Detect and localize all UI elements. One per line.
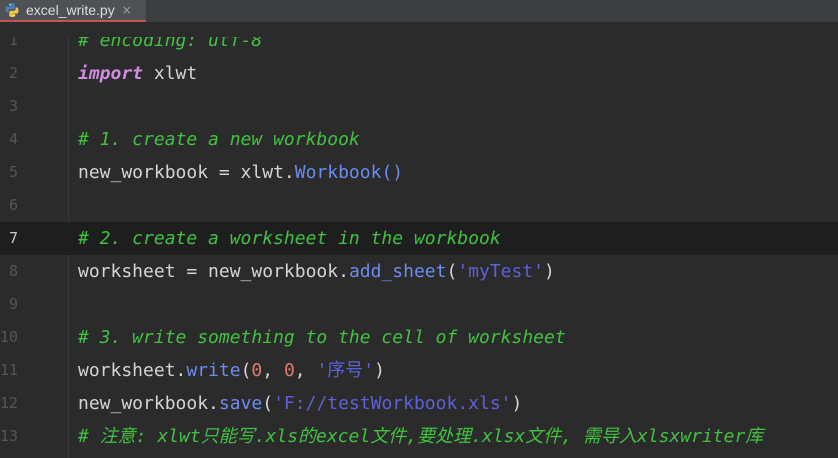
code-token-plain: (	[240, 360, 252, 381]
code-token-plain: new_workbook = xlwt.	[78, 162, 295, 183]
code-text: # encoding: utf-8	[78, 37, 262, 57]
code-text: worksheet = new_workbook.add_sheet('myTe…	[78, 255, 555, 288]
code-text: worksheet.write(0, 0, '序号')	[78, 354, 385, 387]
code-token-plain: xlwt	[143, 63, 198, 84]
code-token-func: Workbook	[294, 162, 382, 183]
code-token-comment: # 2. create a worksheet in the workbook	[78, 228, 501, 249]
code-token-string: 'myTest'	[457, 261, 545, 282]
line-number: 2	[8, 64, 18, 82]
code-line[interactable]: 4 # 1. create a new workbook	[0, 123, 838, 156]
line-number: 3	[8, 97, 18, 115]
code-line[interactable]: 9	[0, 288, 838, 321]
code-text: import xlwt	[78, 57, 197, 90]
code-text: # 1. create a new workbook	[78, 123, 360, 156]
code-text: # 3. write something to the cell of work…	[78, 321, 566, 354]
code-token-plain: ,	[262, 360, 284, 381]
line-number: 6	[8, 196, 18, 214]
tab-excel-write[interactable]: excel_write.py ×	[0, 0, 146, 22]
code-line[interactable]: 1 # encoding: utf-8	[0, 37, 838, 57]
code-line[interactable]: 6	[0, 189, 838, 222]
code-text: # 注意: xlwt只能写.xls的excel文件,要处理.xlsx文件, 需导…	[78, 420, 763, 453]
line-number: 5	[8, 163, 18, 181]
code-line[interactable]: 5 new_workbook = xlwt.Workbook()	[0, 156, 838, 189]
code-line[interactable]: 7 # 2. create a worksheet in the workbook	[0, 222, 838, 255]
tab-filename: excel_write.py	[26, 2, 115, 18]
code-token-keyword: import	[78, 63, 144, 84]
editor-tab-bar: excel_write.py ×	[0, 0, 838, 22]
code-text: # 2. create a worksheet in the workbook	[78, 222, 501, 255]
code-line[interactable]: 11 worksheet.write(0, 0, '序号')	[0, 354, 838, 387]
line-number: 10	[0, 328, 19, 346]
code-text: new_workbook = xlwt.Workbook()	[78, 156, 403, 189]
line-number: 4	[8, 130, 18, 148]
code-text: new_workbook.save('F://testWorkbook.xls'…	[78, 387, 522, 420]
code-token-plain: )	[544, 261, 555, 282]
line-number: 1	[8, 37, 18, 49]
line-number: 12	[0, 394, 19, 412]
code-token-plain: (	[446, 261, 458, 282]
code-token-comment: # encoding: utf-8	[78, 37, 263, 51]
code-editor[interactable]: 1 # encoding: utf-8 2 import xlwt 3 4 # 1. cre…	[0, 37, 838, 458]
code-token-plain: ,	[294, 360, 317, 381]
line-number: 13	[0, 427, 19, 445]
code-token-string: '序号'	[316, 360, 375, 381]
code-token-plain: )	[511, 393, 523, 414]
code-token-plain: worksheet.	[78, 360, 187, 381]
code-token-comment: # 注意: xlwt只能写.xls的excel文件,要处理.xlsx文件, 需导…	[78, 426, 764, 447]
code-token-func: write	[186, 360, 241, 381]
line-number: 11	[0, 361, 19, 379]
line-number: 7	[8, 229, 18, 247]
code-token-comment: # 3. write something to the cell of work…	[78, 327, 566, 348]
code-token-number: 0	[251, 360, 263, 381]
code-line[interactable]: 8 worksheet = new_workbook.add_sheet('myT…	[0, 255, 838, 288]
code-token-func: add_sheet	[348, 261, 447, 282]
code-line[interactable]: 13 # 注意: xlwt只能写.xls的excel文件,要处理.xlsx文件, …	[0, 420, 838, 453]
line-number: 8	[8, 262, 18, 280]
code-line[interactable]: 12 new_workbook.save('F://testWorkbook.xl…	[0, 387, 838, 420]
code-token-string: 'F://testWorkbook.xls'	[273, 393, 512, 414]
code-token-comment: # 1. create a new workbook	[78, 129, 360, 150]
code-token-plain: new_workbook.	[78, 393, 219, 414]
code-line[interactable]: 10 # 3. write something to the cell of wo…	[0, 321, 838, 354]
code-token-plain: (	[262, 393, 274, 414]
line-number: 9	[8, 295, 18, 313]
code-line[interactable]: 2 import xlwt	[0, 57, 838, 90]
code-token-number: 0	[283, 360, 295, 381]
code-line[interactable]: 3	[0, 90, 838, 123]
close-icon[interactable]: ×	[122, 3, 132, 17]
code-token-func: save	[218, 393, 263, 414]
code-token-plain: worksheet = new_workbook.	[78, 261, 349, 282]
python-file-icon	[5, 3, 19, 17]
code-token-plain: )	[374, 360, 385, 381]
code-token-func: ()	[381, 162, 404, 183]
